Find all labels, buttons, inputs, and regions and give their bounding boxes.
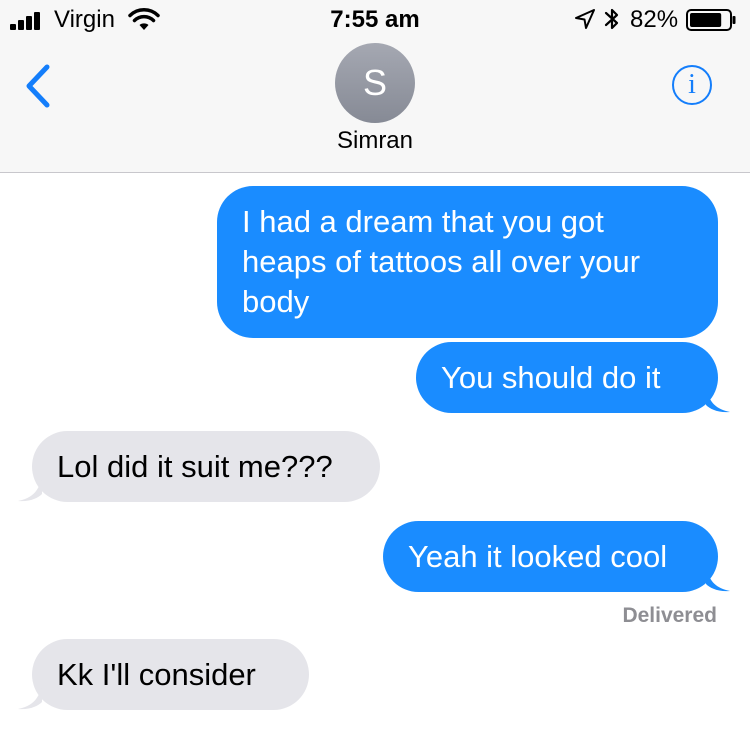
sent-message-bubble[interactable]: Yeah it looked cool: [383, 521, 718, 592]
location-arrow-icon: [575, 9, 595, 29]
contact-name[interactable]: Simran: [0, 127, 750, 155]
message-text: You should do it: [441, 360, 661, 395]
delivery-status: Delivered: [622, 604, 717, 627]
status-bar: Virgin 7:55 am 82%: [0, 0, 750, 40]
received-message-bubble[interactable]: Lol did it suit me???: [32, 431, 380, 502]
chevron-left-icon[interactable]: [22, 63, 54, 109]
bluetooth-icon: [604, 8, 619, 30]
sent-bubble-tail: [706, 568, 730, 592]
received-bubble-tail: [18, 686, 42, 710]
message-text: Yeah it looked cool: [408, 539, 668, 574]
message-text: Kk I'll consider: [57, 657, 256, 692]
conversation-header: Virgin 7:55 am 82% S Simran i: [0, 0, 750, 173]
message-text: Lol did it suit me???: [57, 449, 333, 484]
sent-message-bubble[interactable]: You should do it: [416, 342, 718, 413]
battery-percentage: 82%: [630, 6, 679, 33]
sent-bubble-tail: [706, 389, 730, 413]
message-text: I had a dream that you got heaps of tatt…: [242, 204, 641, 319]
received-bubble-tail: [18, 478, 42, 502]
contact-avatar[interactable]: S: [335, 43, 415, 123]
sent-message-bubble[interactable]: I had a dream that you got heaps of tatt…: [217, 186, 718, 338]
received-message-bubble[interactable]: Kk I'll consider: [32, 639, 309, 710]
battery-icon: [686, 9, 736, 31]
info-icon[interactable]: i: [672, 65, 712, 105]
